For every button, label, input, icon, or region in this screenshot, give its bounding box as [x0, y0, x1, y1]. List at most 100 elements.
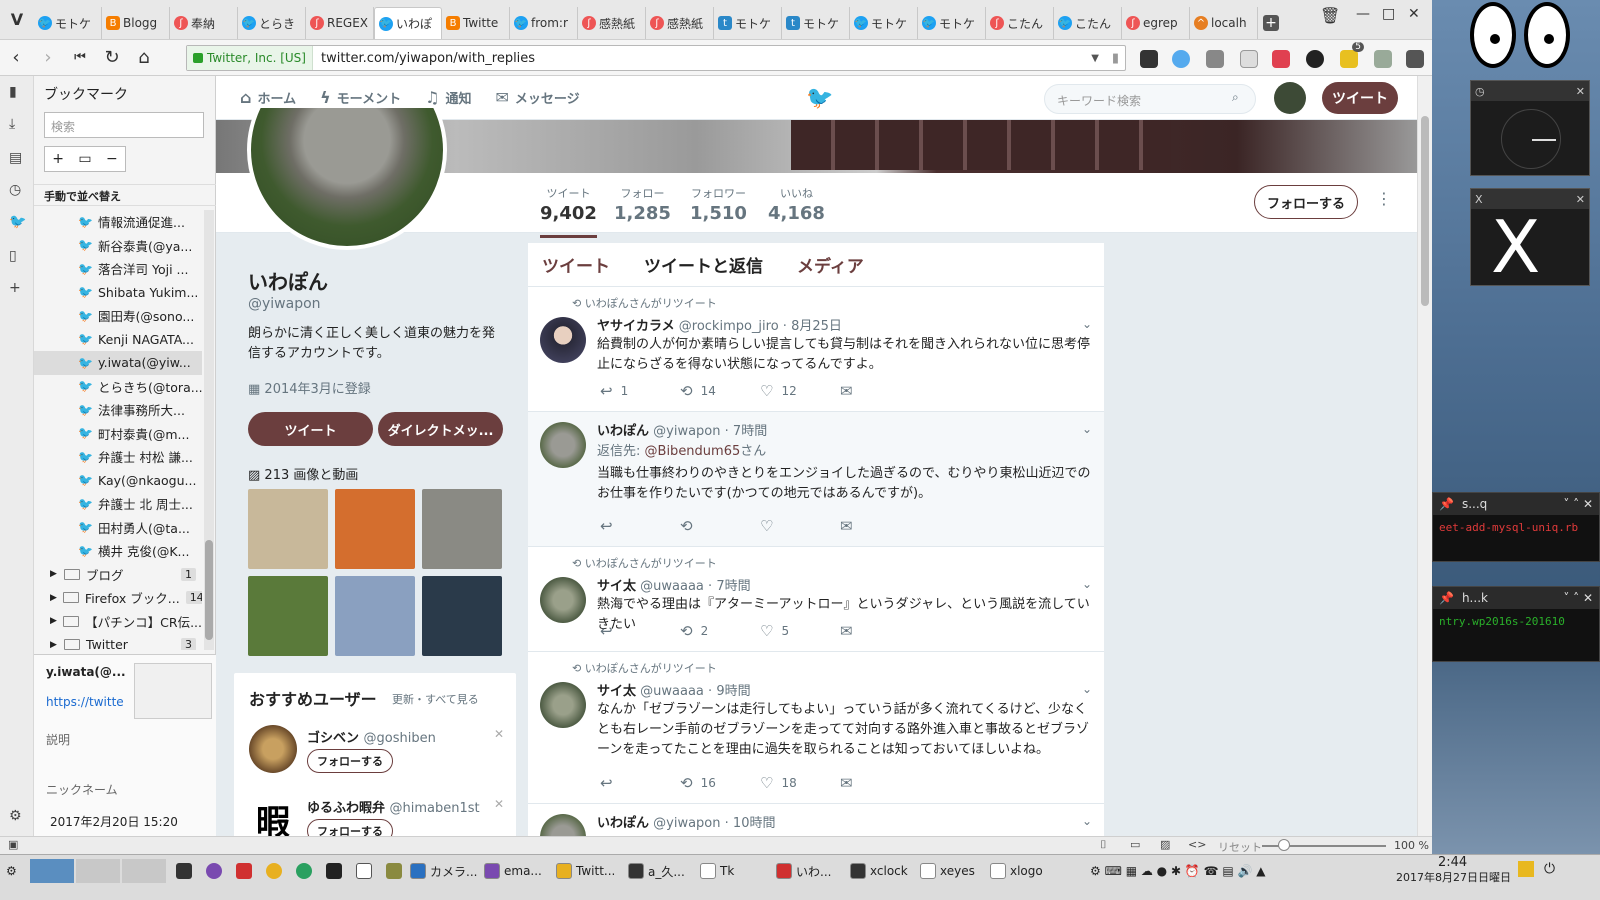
scrollbar-thumb[interactable] — [205, 540, 213, 640]
bookmark-panel-icon[interactable]: ▮ — [9, 84, 17, 100]
reply-button[interactable]: ↩ — [600, 774, 680, 792]
chevron-down-icon[interactable]: ⌄ — [1082, 317, 1092, 331]
close-icon[interactable]: ✕ — [1576, 85, 1585, 98]
taskbar-window-button[interactable]: a_久... — [628, 859, 685, 883]
bookmark-item[interactable]: 🐦 横井 克俊(@K... — [34, 539, 202, 563]
stat-likes[interactable]: いいね 4,168 — [768, 185, 825, 224]
tweet[interactable]: いわぽん @yiwapon · 7時間 ⌄ 返信先: @Bibendum65さん 当職… — [528, 412, 1104, 547]
like-button[interactable]: ♡ 18 — [760, 774, 840, 792]
profile-handle[interactable]: @yiwapon — [248, 296, 321, 312]
media-thumbnail[interactable] — [335, 576, 415, 656]
suggested-follow-button[interactable]: フォローする — [307, 749, 393, 773]
reply-to-handle[interactable]: @Bibendum65 — [645, 444, 741, 459]
new-folder-icon[interactable]: ▭ — [78, 151, 91, 167]
dismiss-icon[interactable]: ✕ — [494, 727, 504, 741]
browser-tab[interactable]: 🐦 from:r — [510, 7, 578, 39]
pen-icon[interactable] — [1406, 50, 1424, 68]
browser-tab[interactable]: ʃ 奉納 — [170, 7, 238, 39]
retweet-context[interactable]: ⟲ いわぽんさんがリツイート — [572, 295, 717, 311]
media-thumbnail[interactable] — [248, 489, 328, 569]
suggested-user-avatar[interactable]: 暇 — [249, 795, 297, 836]
workspace-3[interactable] — [122, 859, 166, 883]
media-count-link[interactable]: ▨ 213 画像と動画 — [248, 464, 358, 483]
expand-arrow-icon[interactable]: ▶ — [50, 569, 58, 579]
reply-button[interactable]: ↩ 1 — [600, 382, 680, 400]
extension-owl-icon[interactable] — [1140, 50, 1158, 68]
quicklaunch-app-icon[interactable] — [386, 859, 402, 883]
browser-tab[interactable]: ^ localh — [1190, 7, 1258, 39]
extension-v-icon[interactable] — [1172, 50, 1190, 68]
add-bookmark-button[interactable]: + — [52, 151, 64, 167]
dm-share-button[interactable]: ✉ — [840, 622, 920, 640]
more-options-icon[interactable]: ⋮ — [1376, 189, 1392, 208]
workspace-1[interactable] — [30, 859, 74, 883]
clock-time[interactable]: 2:44 — [1438, 855, 1467, 870]
zoom-reset-label[interactable]: リセット — [1218, 839, 1262, 855]
tweet-avatar[interactable] — [540, 814, 586, 836]
start-menu-icon[interactable]: ⚙ — [6, 859, 17, 883]
quicklaunch-vivaldi-icon[interactable] — [236, 859, 252, 883]
back-icon[interactable]: ‹ — [0, 47, 32, 68]
window-controls[interactable]: ˅ ˄ ✕ — [1563, 497, 1593, 511]
image-toggle-icon[interactable]: ▨ — [1160, 838, 1170, 851]
browser-tab[interactable]: ʃ 感熱紙 — [646, 7, 714, 39]
trash-icon[interactable]: 🗑 — [1320, 6, 1340, 25]
retweet-button[interactable]: ⟲ 14 — [680, 382, 760, 400]
window-controls[interactable]: ˅ ˄ ✕ — [1563, 591, 1593, 605]
download-panel-icon[interactable]: ⤓ — [9, 116, 15, 132]
search-icon[interactable]: ⌕ — [1232, 90, 1239, 105]
nav-notifications[interactable]: ♫ 通知 — [425, 88, 471, 107]
browser-tab[interactable]: 🐦 モトケ — [850, 7, 918, 39]
bookmark-search-input[interactable]: 検索 — [44, 112, 204, 138]
like-button[interactable]: ♡ 5 — [760, 622, 840, 640]
tray-app-icon[interactable] — [1518, 861, 1534, 877]
address-bar[interactable]: Twitter, Inc. [US] twitter.com/yiwapon/w… — [186, 45, 1126, 71]
extension-gear-icon[interactable] — [1206, 50, 1224, 68]
quicklaunch-emacs-icon[interactable] — [206, 859, 222, 883]
close-window-button[interactable]: ✕ — [1408, 6, 1420, 22]
delete-bookmark-button[interactable]: − — [106, 151, 118, 167]
bookmark-item[interactable]: 🐦 とらきち(@tora... — [34, 375, 202, 399]
quicklaunch-app-icon[interactable] — [326, 859, 342, 883]
tweet-avatar[interactable] — [540, 422, 586, 468]
pin-icon[interactable]: 📌 — [1439, 591, 1454, 605]
scrollbar-thumb[interactable] — [1421, 116, 1429, 306]
dm-share-button[interactable]: ✉ — [840, 382, 920, 400]
xclock-window[interactable]: ◷ ✕ — [1470, 80, 1590, 176]
code-icon[interactable]: <> — [1188, 838, 1206, 851]
bookmark-folder[interactable]: ▶ ブログ 1 — [34, 563, 202, 587]
bookmark-item[interactable]: 🐦 情報流通促進... — [34, 210, 202, 234]
atom-icon[interactable] — [1374, 50, 1392, 68]
tweet-header[interactable]: いわぽん @yiwapon · 10時間 — [597, 812, 775, 831]
workspace-2[interactable] — [76, 859, 120, 883]
forward-icon[interactable]: › — [32, 47, 64, 68]
taskbar-window-button[interactable]: xlogo — [990, 859, 1043, 883]
bookmark-folder[interactable]: ▶ Firefox ブック... 14 — [34, 586, 202, 610]
bookmark-item[interactable]: 🐦 Kay(@nkaogu... — [34, 469, 202, 493]
bookmark-item[interactable]: 🐦 法律事務所大... — [34, 398, 202, 422]
reload-icon[interactable]: ↻ — [96, 47, 128, 68]
user-avatar[interactable] — [1274, 82, 1306, 114]
evernote-icon[interactable] — [1306, 50, 1324, 68]
browser-tab[interactable]: ʃ egrep — [1122, 7, 1190, 39]
new-tab-button[interactable]: + — [1258, 7, 1284, 39]
page-scrollbar[interactable] — [1417, 76, 1432, 836]
sort-header[interactable]: 手動で並べ替え — [34, 184, 216, 206]
bookmark-item[interactable]: 🐦 Kenji NAGATA... — [34, 328, 202, 352]
site-identity-badge[interactable]: Twitter, Inc. [US] — [187, 46, 313, 70]
suggested-user-name-line[interactable]: ゆるふわ暇弁 @himaben1st — [307, 797, 480, 816]
terminal-window[interactable]: 📌 h...k ˅ ˄ ✕ ntry.wp2016s-201610 — [1432, 586, 1600, 662]
retweet-button[interactable]: ⟲ 2 — [680, 622, 760, 640]
twitter-logo-icon[interactable]: 🐦 — [806, 86, 833, 111]
browser-tab[interactable]: ʃ こたん — [986, 7, 1054, 39]
xclock-titlebar[interactable]: ◷ ✕ — [1471, 81, 1589, 101]
profile-name[interactable]: いわぽん — [248, 266, 328, 295]
media-thumbnail[interactable] — [422, 576, 502, 656]
browser-tab[interactable]: 🐦 モトケ — [34, 7, 102, 39]
power-icon[interactable]: ⏻ — [1544, 861, 1555, 877]
taskbar-window-button[interactable]: xeyes — [920, 859, 975, 883]
settings-gear-icon[interactable]: ⚙ — [9, 808, 22, 824]
stat-followers[interactable]: フォロワー 1,510 — [690, 185, 747, 224]
prop-name[interactable]: y.iwata(@... — [46, 665, 126, 679]
chevron-down-icon[interactable]: ⌄ — [1082, 577, 1092, 591]
